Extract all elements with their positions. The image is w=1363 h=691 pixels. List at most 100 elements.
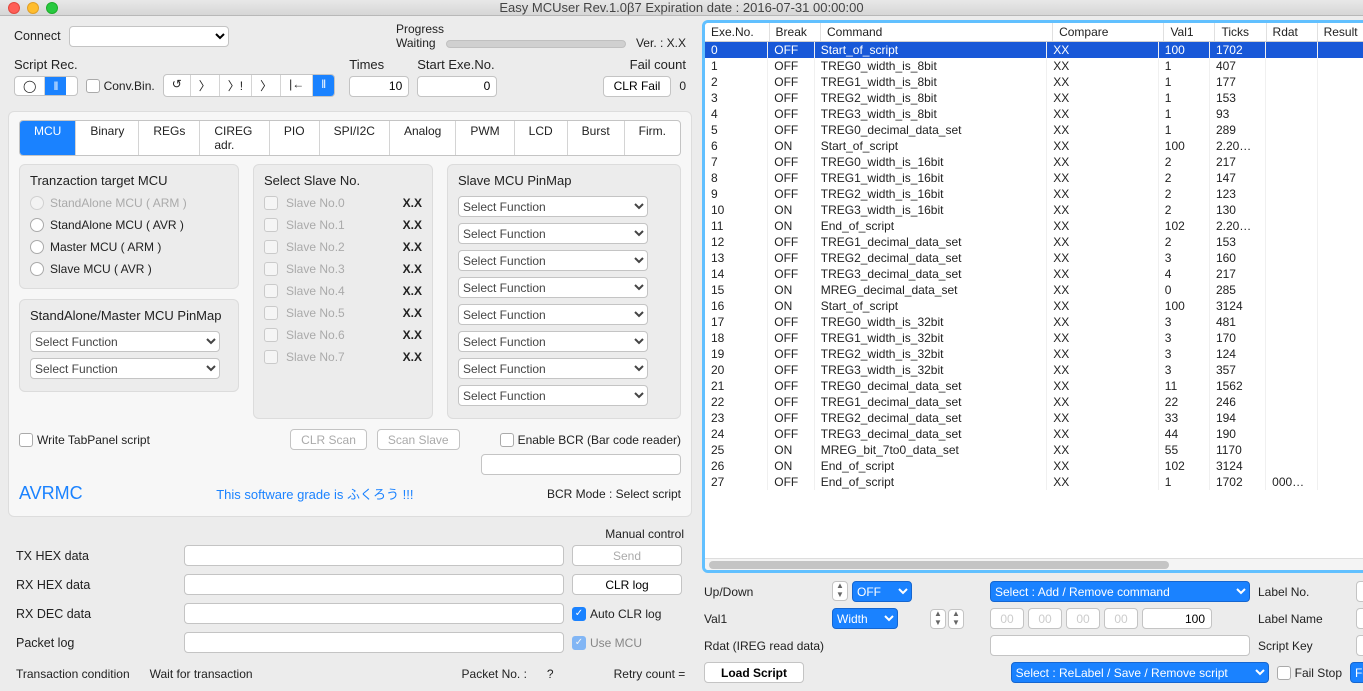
slave-pinmap-select[interactable]: Select Function [458,331,648,352]
ghost-1[interactable] [990,608,1024,629]
col-val1[interactable]: Val1 [1164,23,1215,42]
width-select[interactable]: Width [832,608,898,629]
step-break-icon[interactable]: 〉! [220,75,252,96]
table-row[interactable]: 17OFFTREG0_width_is_32bitXX3481 [705,314,1363,330]
table-row[interactable]: 11ONEnd_of_scriptXX1022.20… [705,218,1363,234]
step-icon[interactable]: 〉 [191,75,220,96]
pause2-icon[interactable]: ‖ [313,75,334,96]
rewind-icon[interactable]: ↺ [164,75,191,96]
table-row[interactable]: 25ONMREG_bit_7to0_data_setXX551170 [705,442,1363,458]
off-select[interactable]: OFF [852,581,912,602]
scan-slave-button[interactable]: Scan Slave [377,429,460,450]
slave-row[interactable]: Slave No.1X.X [264,218,422,232]
pause-icon[interactable]: ‖ [45,77,66,95]
goto-start-icon[interactable]: |← [281,75,313,96]
tab-ciregadr[interactable]: CIREG adr. [200,121,270,155]
slave-pinmap-select[interactable]: Select Function [458,277,648,298]
record-segment[interactable]: ◯ ‖ [14,76,78,96]
slave-pinmap-select[interactable]: Select Function [458,304,648,325]
rdat-input[interactable] [990,635,1250,656]
horizontal-scrollbar[interactable] [705,558,1363,570]
table-row[interactable]: 10ONTREG3_width_is_16bitXX2130 [705,202,1363,218]
slave-row[interactable]: Slave No.0X.X [264,196,422,210]
table-row[interactable]: 20OFFTREG3_width_is_32bitXX3357 [705,362,1363,378]
table-row[interactable]: 6ONStart_of_scriptXX1002.20… [705,138,1363,154]
tab-pio[interactable]: PIO [270,121,320,155]
tab-bar[interactable]: MCUBinaryREGsCIREG adr.PIOSPI/I2CAnalogP… [19,120,681,156]
times-input[interactable] [349,76,409,97]
clr-fail-button[interactable]: CLR Fail [603,76,672,97]
load-script-button[interactable]: Load Script [704,662,804,683]
for-allowed-select[interactable]: For allowed [1350,662,1363,683]
add-remove-select[interactable]: Select : Add / Remove command [990,581,1250,602]
ghost-3[interactable] [1066,608,1100,629]
rx-dec-input[interactable] [184,603,564,624]
val1-stepper-2[interactable]: ▲▼ [948,609,964,629]
target-radio[interactable]: StandAlone MCU ( ARM ) [30,196,228,210]
close-icon[interactable] [8,2,20,14]
slave-pinmap-select[interactable]: Select Function [458,223,648,244]
auto-clr-checkbox[interactable]: ✓ [572,607,586,621]
slave-pinmap-select[interactable]: Select Function [458,358,648,379]
table-row[interactable]: 16ONStart_of_scriptXX1003124 [705,298,1363,314]
col-command[interactable]: Command [821,23,1053,42]
slave-row[interactable]: Slave No.2X.X [264,240,422,254]
tab-binary[interactable]: Binary [76,121,139,155]
ghost-2[interactable] [1028,608,1062,629]
ghost-4[interactable] [1104,608,1138,629]
step2-icon[interactable]: 〉 [252,75,281,96]
slave-pinmap-select[interactable]: Select Function [458,196,648,217]
table-row[interactable]: 9OFFTREG2_width_is_16bitXX2123 [705,186,1363,202]
table-row[interactable]: 5OFFTREG0_decimal_data_setXX1289 [705,122,1363,138]
connect-select[interactable] [69,26,229,47]
avrmc-link[interactable]: AVRMC [19,483,83,504]
slave-row[interactable]: Slave No.6X.X [264,328,422,342]
table-row[interactable]: 8OFFTREG1_width_is_16bitXX2147 [705,170,1363,186]
slave-pinmap-select[interactable]: Select Function [458,250,648,271]
table-row[interactable]: 2OFFTREG1_width_is_8bitXX1177 [705,74,1363,90]
write-tab-checkbox[interactable] [19,433,33,447]
table-row[interactable]: 19OFFTREG2_width_is_32bitXX3124 [705,346,1363,362]
table-row[interactable]: 24OFFTREG3_decimal_data_setXX44190 [705,426,1363,442]
table-row[interactable]: 1OFFTREG0_width_is_8bitXX1407 [705,58,1363,74]
table-row[interactable]: 3OFFTREG2_width_is_8bitXX1153 [705,90,1363,106]
send-button[interactable]: Send [572,545,682,566]
target-radio[interactable]: Master MCU ( ARM ) [30,240,228,254]
table-row[interactable]: 7OFFTREG0_width_is_16bitXX2217 [705,154,1363,170]
table-row[interactable]: 15ONMREG_decimal_data_setXX0285 [705,282,1363,298]
label-name-input[interactable] [1356,608,1363,629]
tx-hex-input[interactable] [184,545,564,566]
master-pinmap-select-1[interactable]: Select Function [30,331,220,352]
updown-stepper[interactable]: ▲▼ [832,581,848,601]
table-row[interactable]: 22OFFTREG1_decimal_data_setXX22246 [705,394,1363,410]
step-controls[interactable]: ↺ 〉 〉! 〉 |← ‖ [163,74,336,97]
tab-pwm[interactable]: PWM [456,121,514,155]
label-no-input[interactable] [1356,581,1363,602]
val1-stepper-1[interactable]: ▲▼ [930,609,946,629]
record-icon[interactable]: ◯ [15,77,45,95]
col-exeno[interactable]: Exe.No. [705,23,769,42]
val1-input[interactable] [1142,608,1212,629]
tab-mcu[interactable]: MCU [20,121,76,155]
slave-row[interactable]: Slave No.3X.X [264,262,422,276]
maximize-icon[interactable] [46,2,58,14]
slave-row[interactable]: Slave No.4X.X [264,284,422,298]
col-ticks[interactable]: Ticks [1215,23,1266,42]
tab-spii2c[interactable]: SPI/I2C [320,121,390,155]
minimize-icon[interactable] [27,2,39,14]
enable-bcr-checkbox[interactable] [500,433,514,447]
slave-row[interactable]: Slave No.5X.X [264,306,422,320]
tab-burst[interactable]: Burst [568,121,625,155]
table-row[interactable]: 18OFFTREG1_width_is_32bitXX3170 [705,330,1363,346]
packet-log-input[interactable] [184,632,564,653]
table-row[interactable]: 13OFFTREG2_decimal_data_setXX3160 [705,250,1363,266]
tab-lcd[interactable]: LCD [515,121,568,155]
table-row[interactable]: 21OFFTREG0_decimal_data_setXX111562 [705,378,1363,394]
table-row[interactable]: 26ONEnd_of_scriptXX1023124 [705,458,1363,474]
script-table[interactable]: Exe.No.BreakCommandCompareVal1TicksRdatR… [702,20,1363,573]
slave-pinmap-select[interactable]: Select Function [458,385,648,406]
table-row[interactable]: 27OFFEnd_of_scriptXX11702000… [705,474,1363,490]
clr-scan-button[interactable]: CLR Scan [290,429,367,450]
col-result[interactable]: Result [1317,23,1363,42]
clr-log-button[interactable]: CLR log [572,574,682,595]
